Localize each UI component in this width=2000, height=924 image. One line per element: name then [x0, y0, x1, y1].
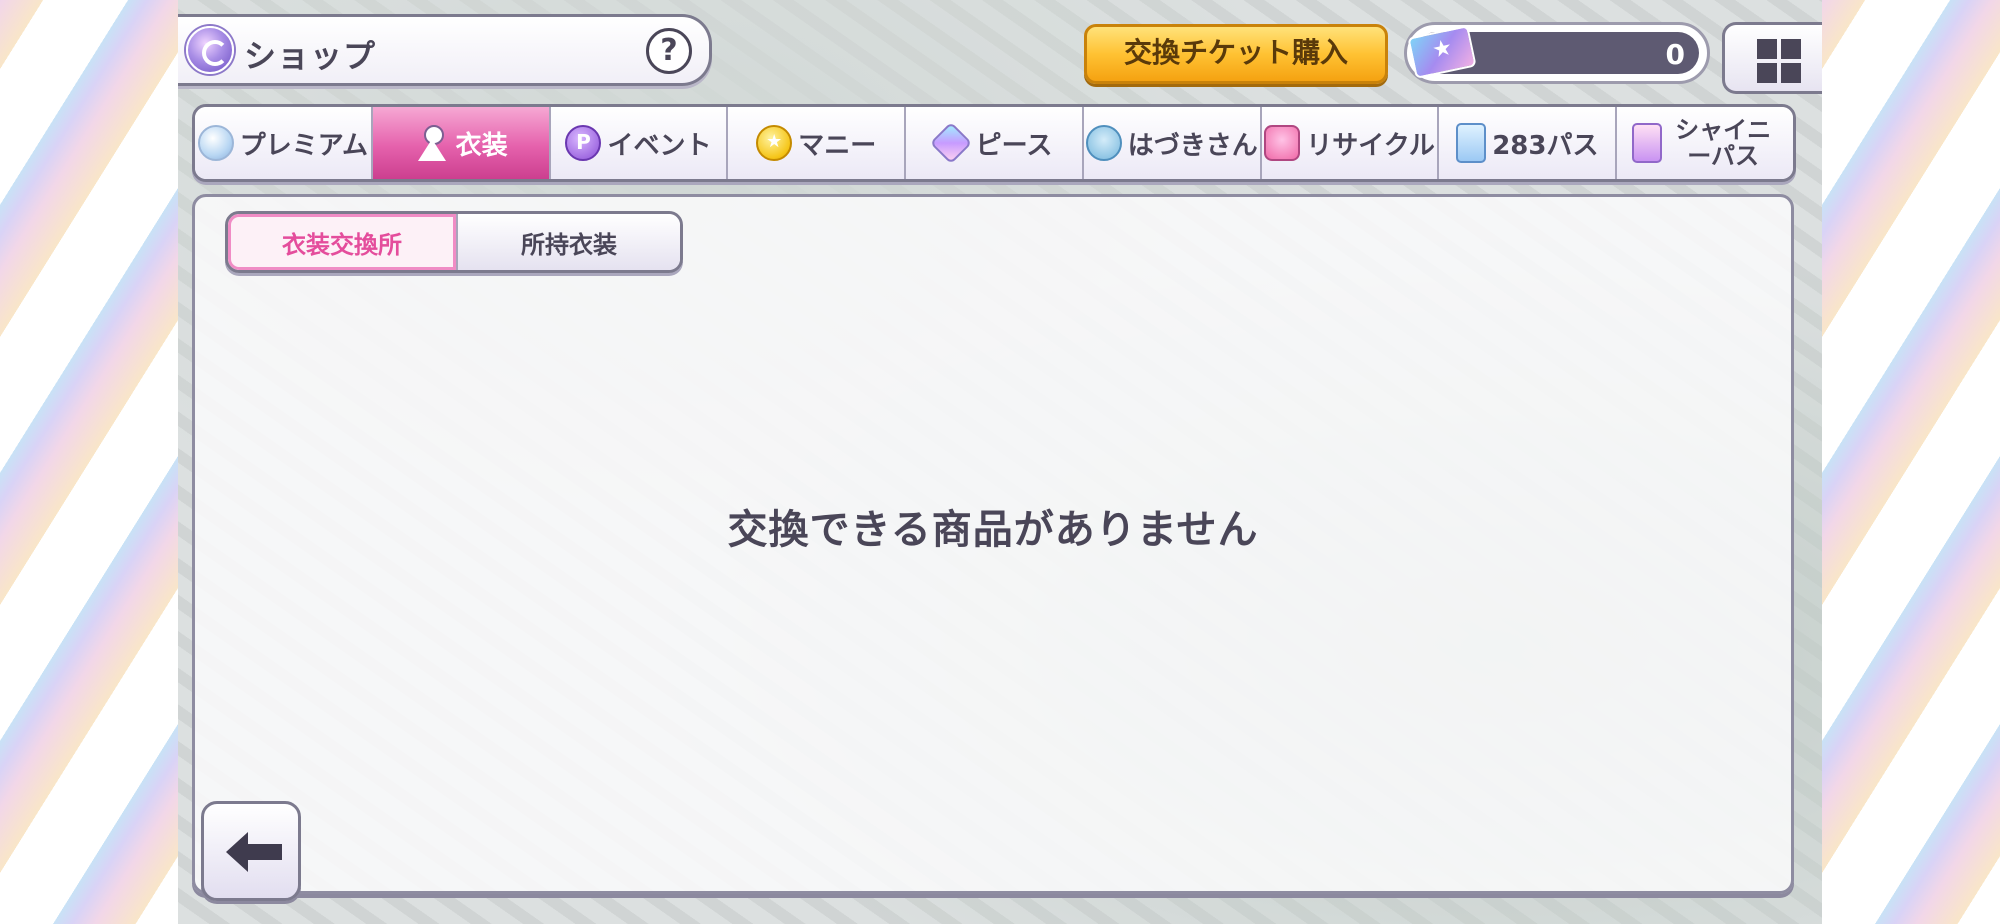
tab-label: はづきさん: [1127, 130, 1258, 161]
hazuki-icon: [1085, 125, 1122, 161]
tab-premium[interactable]: プレミアム: [195, 107, 373, 179]
back-arrow-icon: [226, 832, 282, 872]
tab-label: プレミアム: [239, 130, 368, 161]
empty-message: 交換できる商品がありません: [727, 507, 1259, 553]
menu-button[interactable]: [1722, 22, 1822, 94]
left-striped-border: [0, 0, 178, 924]
right-striped-border: [1822, 0, 2000, 924]
recycle-icon: [1264, 125, 1301, 161]
money-coin-icon: ★: [756, 125, 793, 161]
piece-icon: [929, 121, 972, 165]
tab-283-pass[interactable]: 283パス: [1439, 107, 1618, 179]
tab-recycle[interactable]: リサイクル: [1261, 107, 1440, 179]
tab-hazuki[interactable]: はづきさん: [1083, 107, 1262, 179]
ticket-counter: 0: [1404, 22, 1710, 84]
tab-piece[interactable]: ピース: [906, 107, 1084, 179]
buy-exchange-ticket-button[interactable]: 交換チケット購入: [1084, 24, 1388, 84]
event-coin-icon: P: [565, 125, 602, 161]
tab-costume-exchange[interactable]: 衣装交換所: [228, 214, 456, 270]
back-button[interactable]: [201, 801, 301, 901]
grid-menu-icon: [1757, 39, 1801, 83]
tab-label: 衣装: [455, 130, 508, 161]
pass-283-icon: [1456, 123, 1487, 163]
main-panel: 衣装交換所 所持衣装 交換できる商品がありません: [192, 194, 1794, 901]
costume-sub-tabs: 衣装交換所 所持衣装: [225, 211, 683, 273]
page-title: ショップ: [244, 37, 377, 75]
tab-label: マニー: [798, 130, 877, 161]
shiny-pass-icon: [1632, 123, 1663, 163]
tab-label: 283パス: [1492, 130, 1599, 161]
shop-icon: [186, 26, 234, 74]
costume-icon: [414, 125, 450, 161]
game-screen: ショップ ? 交換チケット購入 0 プレミアム 衣装 P イベント ★ マニー: [178, 0, 1822, 924]
tab-owned-costumes[interactable]: 所持衣装: [456, 214, 680, 270]
tab-event[interactable]: P イベント: [550, 107, 729, 179]
tab-label: イベント: [607, 130, 712, 161]
premium-gem-icon: [197, 125, 234, 161]
shop-title-bar: ショップ ?: [178, 14, 712, 86]
tab-money[interactable]: ★ マニー: [728, 107, 907, 179]
tab-costume[interactable]: 衣装: [372, 107, 551, 179]
tab-label: シャイニーパス: [1675, 116, 1772, 170]
tab-label: リサイクル: [1306, 130, 1435, 161]
help-button[interactable]: ?: [646, 28, 692, 74]
shop-category-tabs: プレミアム 衣装 P イベント ★ マニー ピース はづきさん リサイクル 28…: [192, 104, 1796, 182]
tab-shiny-pass[interactable]: シャイニーパス: [1617, 107, 1793, 179]
tab-label: ピース: [975, 130, 1053, 161]
ticket-count: 0: [1665, 38, 1685, 71]
